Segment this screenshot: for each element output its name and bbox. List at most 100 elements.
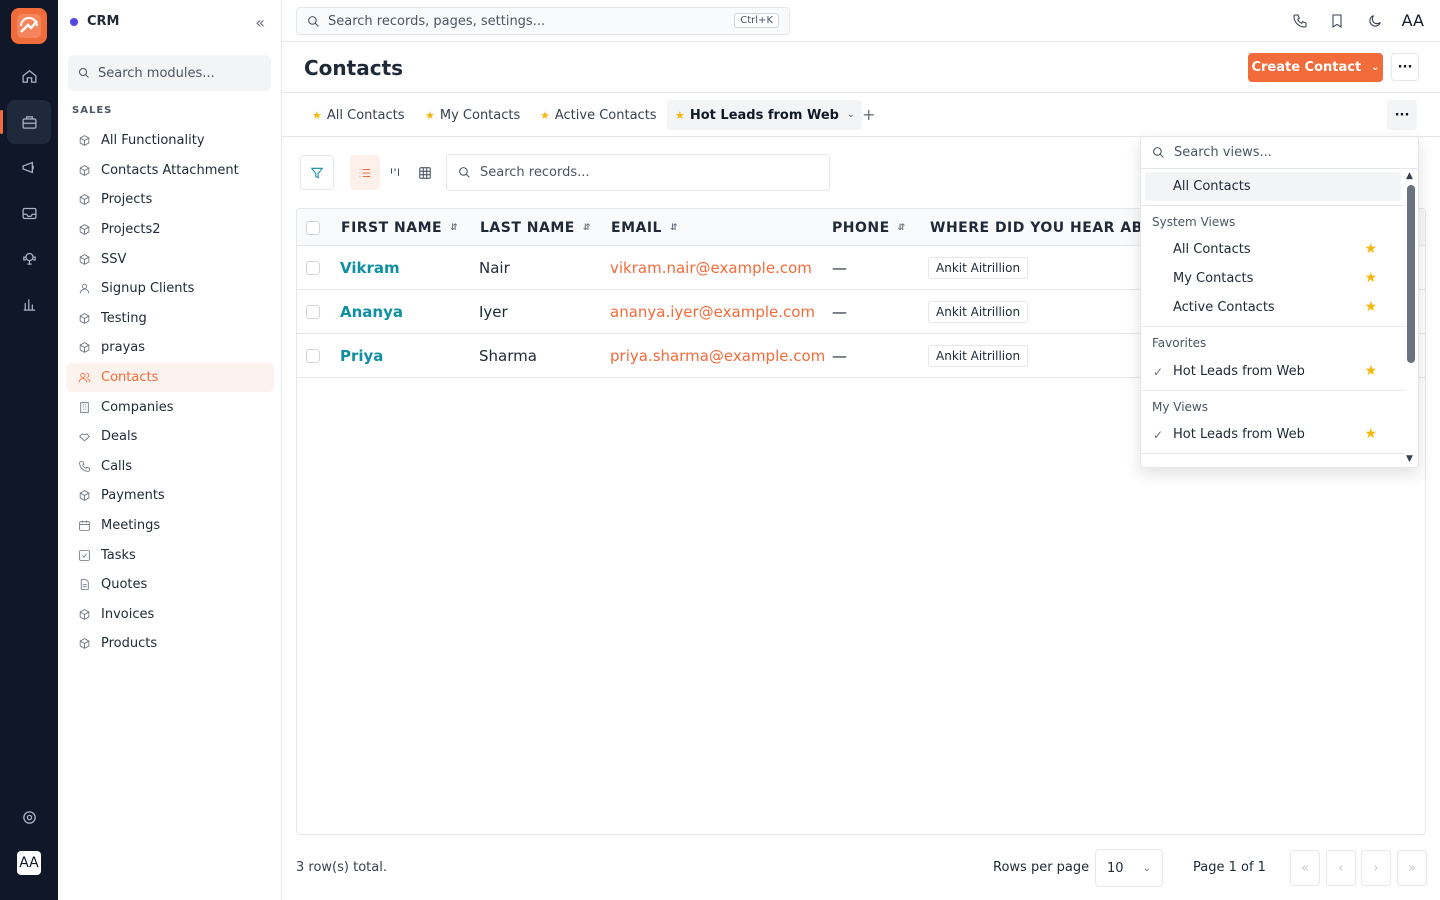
brand: CRM [70,14,120,29]
inbox-icon[interactable] [7,191,51,235]
next-page-button[interactable]: › [1361,850,1391,886]
row-checkbox[interactable] [306,349,320,363]
views-search-placeholder: Search views... [1174,145,1272,160]
row-checkbox[interactable] [306,305,320,319]
building-icon [80,401,89,413]
add-view-icon[interactable]: + [862,105,875,124]
column-email[interactable]: EMAIL ⇵ [611,209,678,246]
sidebar-item-contacts[interactable]: Contacts [66,362,274,393]
sidebar-item-quotes[interactable]: Quotes [66,570,274,600]
row-checkbox[interactable] [306,261,320,275]
user-avatar[interactable]: AA [17,851,41,875]
first-page-button[interactable]: « [1290,850,1320,886]
star-icon: ★ [1364,426,1377,442]
megaphone-icon[interactable] [7,145,51,189]
home-icon[interactable] [7,54,51,98]
divider [1141,390,1405,391]
app-logo[interactable] [11,8,47,44]
prev-page-button[interactable]: ‹ [1326,850,1356,886]
cube-icon [79,312,90,324]
view-option[interactable]: ✓ Hot Leads from Web ★ [1145,420,1401,449]
topbar-avatar[interactable]: AA [1402,11,1424,30]
sidebar-item-companies[interactable]: Companies [66,392,274,422]
cell-email[interactable]: ananya.iyer@example.com [610,290,815,334]
scroll-up-icon[interactable]: ▲ [1406,171,1413,181]
view-option[interactable]: ✓ Hot Leads from Web ★ [1145,357,1401,386]
cube-icon [79,490,90,502]
settings-icon[interactable] [7,795,51,839]
view-option[interactable]: Active Contacts ★ [1145,293,1401,322]
collapse-sidebar-icon[interactable]: « [255,13,265,32]
select-all-checkbox[interactable] [306,221,320,235]
sidebar-item-calls[interactable]: Calls [66,452,274,482]
view-option-highlighted[interactable]: All Contacts [1145,172,1401,201]
briefcase-icon[interactable] [0,100,51,144]
column-source[interactable]: WHERE DID YOU HEAR ABO [930,209,1155,246]
support-icon[interactable] [7,236,51,280]
phone-icon[interactable] [1290,11,1310,31]
sidebar-item-label: prayas [101,340,145,356]
rows-per-page-select[interactable]: 10 ⌄ [1095,849,1163,887]
sidebar-item-payments[interactable]: Payments [66,481,274,511]
sidebar-item-signup-clients[interactable]: Signup Clients [66,274,274,304]
global-search-input[interactable]: Search records, pages, settings... Ctrl+… [296,7,790,35]
record-search-input[interactable]: Search records... [446,154,830,191]
list-icon [359,168,371,177]
app-rail: AA [0,0,58,900]
sidebar-item-all-functionality[interactable]: All Functionality [66,126,274,156]
views-menu-button[interactable]: ··· [1387,100,1417,130]
phone-icon [79,461,90,472]
create-contact-button[interactable]: Create Contact ⌄ [1248,53,1383,82]
cell-first-name[interactable]: Vikram [340,246,400,290]
cell-source-chip: Ankit Aitrillion [928,345,1029,367]
sidebar-item-label: Contacts Attachment [101,162,239,178]
cell-last-name: Nair [479,259,510,277]
dropdown-scrollbar[interactable] [1407,185,1415,363]
sidebar-item-projects2[interactable]: Projects2 [66,215,274,245]
column-last-name[interactable]: LAST NAME ⇵ [480,209,591,246]
cell-first-name[interactable]: Priya [340,334,383,378]
sidebar-item-ssv[interactable]: SSV [66,244,274,274]
column-first-name[interactable]: FIRST NAME ⇵ [341,209,458,246]
tab-my-contacts[interactable]: ★ My Contacts [417,100,528,130]
module-search-input[interactable]: Search modules... [68,55,271,91]
sidebar-item-deals[interactable]: Deals [66,422,274,452]
moon-icon[interactable] [1365,11,1385,31]
last-page-button[interactable]: » [1397,850,1427,886]
sidebar-item-prayas[interactable]: prayas [66,333,274,363]
rows-per-page-value: 10 [1107,860,1124,876]
cell-phone: — [832,347,847,365]
sidebar-item-meetings[interactable]: Meetings [66,511,274,541]
cell-email[interactable]: priya.sharma@example.com [610,334,825,378]
tab-all-contacts[interactable]: ★ All Contacts [304,100,412,130]
list-view-button[interactable] [350,155,380,190]
chevron-down-icon[interactable]: ⌄ [847,110,855,120]
cell-first-name[interactable]: Ananya [340,290,403,334]
handshake-icon [78,433,91,442]
sidebar-item-testing[interactable]: Testing [66,304,274,334]
bookmark-icon[interactable] [1327,11,1347,31]
view-tabs: ★ All Contacts ★ My Contacts ★ Active Contact… [282,92,1440,137]
sidebar-item-label: Testing [101,310,147,326]
sidebar-item-projects[interactable]: Projects [66,185,274,215]
views-search-input[interactable]: Search views... [1141,137,1418,169]
filter-button[interactable] [300,155,334,190]
star-icon: ★ [1364,299,1377,315]
tab-active-contacts[interactable]: ★ Active Contacts [532,100,665,130]
view-option[interactable]: All Contacts ★ [1145,235,1401,264]
view-option[interactable]: My Contacts ★ [1145,264,1401,293]
grid-view-button[interactable] [410,155,440,190]
sidebar-item-label: Companies [101,399,174,415]
kanban-view-button[interactable] [380,155,410,190]
cell-email[interactable]: vikram.nair@example.com [610,246,812,290]
sidebar-item-products[interactable]: Products [66,629,274,659]
more-actions-button[interactable]: ··· [1391,53,1419,81]
scroll-down-icon[interactable]: ▼ [1406,454,1413,464]
sidebar-item-tasks[interactable]: Tasks [66,540,274,570]
sidebar-item-contacts-attachment[interactable]: Contacts Attachment [66,156,274,186]
sidebar-item-invoices[interactable]: Invoices [66,600,274,630]
column-phone[interactable]: PHONE ⇵ [832,209,906,246]
tab-hot-leads-from-web[interactable]: ★ Hot Leads from Web ⌄ [667,100,863,130]
chart-icon[interactable] [7,282,51,326]
divider [1141,205,1405,206]
